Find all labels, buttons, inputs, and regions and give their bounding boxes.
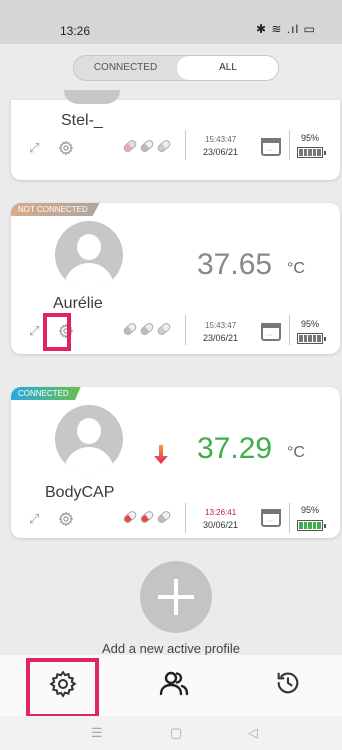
profile-name: BodyCAP xyxy=(45,484,115,501)
profile-name: Stel-_ xyxy=(61,112,103,129)
temperature-unit: °C xyxy=(287,444,305,461)
avatar xyxy=(64,90,120,104)
divider xyxy=(289,503,290,533)
last-time: 15:43:47 xyxy=(205,321,237,330)
calendar-icon[interactable]: ··· xyxy=(261,509,281,527)
capsule-icons xyxy=(122,509,175,525)
status-icons: ✱ ≋ .ıl ▭ xyxy=(256,22,316,36)
expand-icon[interactable]: ⤢ xyxy=(29,323,39,339)
arrow-down-icon xyxy=(154,445,168,464)
temperature-value: 37.29 xyxy=(197,432,273,465)
nav-gear-highlight-box xyxy=(26,658,99,718)
temperature-value: 37.65 xyxy=(197,248,273,281)
history-icon[interactable] xyxy=(274,669,302,697)
home-icon[interactable]: ▢ xyxy=(170,725,182,741)
capsule-icons xyxy=(122,138,175,154)
gear-icon[interactable] xyxy=(58,140,74,156)
divider xyxy=(185,503,186,533)
last-date: 30/06/21 xyxy=(203,520,239,530)
last-time: 13:26:41 xyxy=(205,508,237,517)
status-badge: NOT CONNECTED xyxy=(11,203,100,216)
status-bar: 13:26 ✱ ≋ .ıl ▭ xyxy=(0,0,342,44)
calendar-icon[interactable]: ··· xyxy=(261,323,281,341)
system-nav-bar: ☰ ▢ ◁ xyxy=(0,716,342,750)
battery-percent: 95% xyxy=(301,133,320,143)
add-profile-button[interactable] xyxy=(140,561,212,633)
battery-icon xyxy=(297,147,326,158)
filter-segmented-control: CONNECTED ALL xyxy=(73,55,279,81)
last-date: 23/06/21 xyxy=(203,333,239,343)
avatar xyxy=(55,221,123,289)
divider xyxy=(185,315,186,345)
battery-percent: 95% xyxy=(301,319,320,329)
capsule-icons xyxy=(122,321,175,337)
profile-card-stel[interactable]: Stel-_ ⤢ 15:43:47 23/06/21 ··· 95% xyxy=(11,90,340,180)
users-icon[interactable] xyxy=(158,669,190,699)
add-profile-label: Add a new active profile xyxy=(101,641,241,656)
divider xyxy=(289,315,290,345)
battery-percent: 95% xyxy=(301,505,320,515)
filter-connected-button[interactable]: CONNECTED xyxy=(74,56,177,80)
gear-highlight-box xyxy=(43,313,71,351)
battery-icon xyxy=(297,333,326,344)
expand-icon[interactable]: ⤢ xyxy=(29,511,39,527)
last-time: 15:43:47 xyxy=(205,135,237,144)
profile-card-bodycap[interactable]: CONNECTED 37.29 °C BodyCAP ⤢ 13:26:41 30… xyxy=(11,387,340,538)
temperature-unit: °C xyxy=(287,260,305,277)
back-icon[interactable]: ◁ xyxy=(248,725,258,741)
avatar xyxy=(55,405,123,473)
last-date: 23/06/21 xyxy=(203,147,239,157)
status-badge: CONNECTED xyxy=(11,387,81,400)
expand-icon[interactable]: ⤢ xyxy=(29,140,39,156)
profile-name: Aurélie xyxy=(53,295,103,312)
filter-all-button[interactable]: ALL xyxy=(177,56,278,80)
divider xyxy=(185,130,186,160)
divider xyxy=(289,130,290,160)
battery-icon xyxy=(297,520,326,531)
status-time: 13:26 xyxy=(60,24,91,38)
menu-icon[interactable]: ☰ xyxy=(91,725,103,741)
calendar-icon[interactable]: ··· xyxy=(261,138,281,156)
gear-icon[interactable] xyxy=(58,511,74,527)
